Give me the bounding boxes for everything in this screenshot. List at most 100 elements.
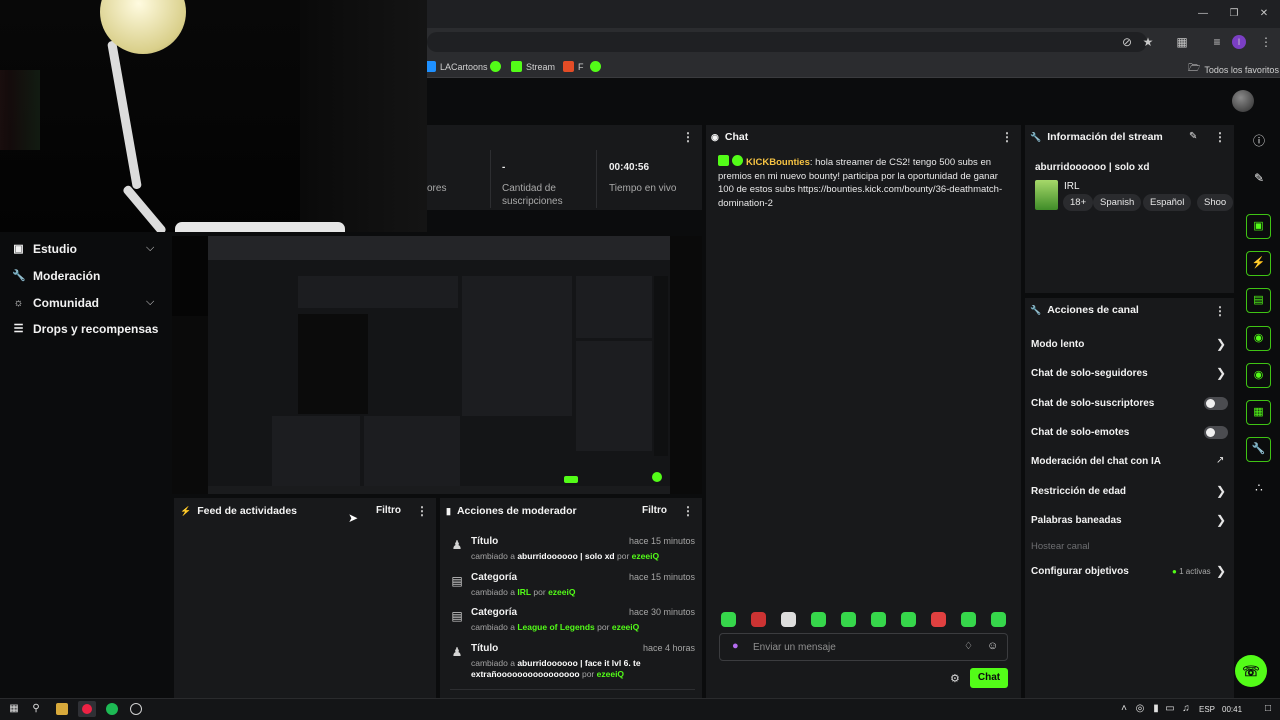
pencil-icon[interactable]: ✎	[1251, 170, 1267, 186]
chat-input-placeholder[interactable]: Enviar un mensaje	[753, 642, 836, 653]
layout-icon[interactable]: ▦	[1246, 400, 1271, 425]
emotes-only-toggle[interactable]	[1204, 426, 1228, 439]
chevron-right-icon[interactable]: ❯	[1216, 513, 1226, 527]
tag-pill[interactable]: Español	[1143, 194, 1192, 211]
edit-pencil-icon[interactable]: ✎	[1189, 131, 1197, 142]
bookmark-lacartoons[interactable]: LACartoons	[425, 61, 488, 72]
info-icon[interactable]: ⓘ	[1251, 133, 1267, 149]
stats-menu-icon[interactable]: ⋮	[682, 130, 694, 144]
bookmark-f[interactable]: F	[563, 61, 584, 72]
kebab-menu-icon[interactable]: ⋮	[1258, 34, 1274, 50]
lightning-icon[interactable]: ⚡	[1246, 251, 1271, 276]
emote-icon[interactable]	[901, 612, 916, 627]
obs-icon[interactable]	[130, 703, 142, 715]
avatar[interactable]	[1232, 90, 1254, 112]
minimize-icon[interactable]: —	[1197, 8, 1209, 20]
microphone-icon[interactable]: ▮	[1150, 703, 1162, 715]
chevron-right-icon[interactable]: ❯	[1216, 564, 1226, 578]
translate-icon[interactable]: ♢	[964, 641, 973, 652]
mod-menu-icon[interactable]: ⋮	[682, 504, 694, 518]
profile-icon[interactable]: I	[1232, 35, 1246, 49]
chrome-taskbar-button[interactable]	[78, 701, 96, 717]
media-icon[interactable]: ≡	[1209, 34, 1225, 50]
document-icon[interactable]: ▤	[1246, 288, 1271, 313]
drops-icon: ☰	[13, 322, 24, 335]
emote-icon[interactable]	[871, 612, 886, 627]
file-explorer-icon[interactable]	[56, 703, 68, 715]
sidebar-item-drops[interactable]: ☰ Drops y recompensas	[12, 322, 159, 336]
action-goals[interactable]: Configurar objetivos	[1031, 566, 1129, 577]
action-banned-words[interactable]: Palabras baneadas	[1031, 515, 1122, 526]
tag-pill[interactable]: Shoo	[1197, 194, 1234, 211]
bookmark-kick-icon[interactable]	[490, 61, 501, 72]
emote-icon[interactable]	[721, 612, 736, 627]
all-bookmarks[interactable]: 🗁 Todos los favoritos	[1188, 61, 1279, 78]
chevron-up-icon[interactable]: ˄	[1118, 703, 1130, 715]
tag-pill[interactable]: 18+	[1063, 194, 1094, 211]
bookmark-xbox-icon[interactable]	[590, 61, 601, 72]
tags-row: 18+ Spanish Español Shoo	[1025, 190, 1234, 216]
chevron-right-icon[interactable]: ❯	[1216, 484, 1226, 498]
tag-pill[interactable]: Spanish	[1093, 194, 1142, 211]
sidebar-item-comunidad[interactable]: ☼ Comunidad	[12, 296, 99, 310]
search-icon[interactable]: ⚲	[30, 703, 42, 715]
language-indicator[interactable]: ESP	[1199, 705, 1215, 714]
network-icon[interactable]: ▭	[1164, 703, 1176, 715]
eye-off-icon[interactable]: ⊘	[1119, 34, 1135, 50]
chevron-right-icon[interactable]: ❯	[1216, 366, 1226, 380]
file-icon: ▮	[446, 505, 451, 516]
chevron-down-icon[interactable]: ⌵	[146, 242, 154, 255]
sidebar-item-estudio[interactable]: ▣ Estudio	[12, 242, 77, 256]
chat-menu-icon[interactable]: ⋮	[1001, 130, 1013, 144]
emote-icon[interactable]	[811, 612, 826, 627]
sidebar-item-moderacion[interactable]: 🔧 Moderación	[12, 269, 100, 283]
star-icon[interactable]: ★	[1140, 34, 1156, 50]
url-field[interactable]	[427, 32, 1147, 52]
chat-input-box[interactable]: ● Enviar un mensaje ♢ ☺	[719, 633, 1008, 661]
activity-menu-icon[interactable]: ⋮	[416, 504, 428, 518]
wrench-icon[interactable]: 🔧	[1246, 437, 1271, 462]
emote-icon[interactable]	[931, 612, 946, 627]
chat-username[interactable]: KICKBounties	[746, 157, 810, 168]
user-edit-icon: ♟	[451, 645, 463, 659]
activity-filter-button[interactable]: Filtro	[376, 505, 401, 516]
microphone-icon[interactable]: ●	[732, 640, 739, 652]
emote-icon[interactable]	[961, 612, 976, 627]
emote-icon[interactable]	[841, 612, 856, 627]
apps-icon[interactable]: ∴	[1251, 480, 1267, 496]
external-link-icon[interactable]: ↗	[1216, 455, 1224, 466]
chat-bubble-icon[interactable]: ◉	[1246, 326, 1271, 351]
tray-icon[interactable]: ◎	[1134, 703, 1146, 715]
extensions-icon[interactable]: ▦	[1174, 34, 1190, 50]
emote-icon[interactable]	[781, 612, 796, 627]
action-slow-mode[interactable]: Modo lento	[1031, 339, 1084, 350]
chevron-right-icon[interactable]: ❯	[1216, 337, 1226, 351]
mouse-cursor-icon: ➤	[348, 511, 359, 525]
bookmark-stream[interactable]: Stream	[511, 61, 555, 72]
settings-gear-icon[interactable]: ⚙	[950, 672, 960, 685]
mod-filter-button[interactable]: Filtro	[642, 505, 667, 516]
spotify-icon[interactable]	[106, 703, 118, 715]
emoji-icon[interactable]: ☺	[987, 640, 998, 652]
action-ai-moderation[interactable]: Moderación del chat con IA	[1031, 456, 1161, 467]
channel-actions-menu-icon[interactable]: ⋮	[1214, 304, 1226, 318]
volume-icon[interactable]: ♫	[1180, 703, 1192, 715]
chevron-down-icon[interactable]: ⌵	[146, 296, 154, 309]
activity-feed-panel	[174, 498, 436, 698]
action-age-restriction[interactable]: Restricción de edad	[1031, 486, 1126, 497]
emote-icon[interactable]	[751, 612, 766, 627]
stream-info-menu-icon[interactable]: ⋮	[1214, 130, 1226, 144]
windows-start-icon[interactable]: ▦	[8, 703, 20, 715]
emote-icon[interactable]	[991, 612, 1006, 627]
support-button[interactable]: ☏	[1235, 655, 1267, 687]
action-followers-only[interactable]: Chat de solo-seguidores	[1031, 368, 1148, 379]
close-icon[interactable]: ✕	[1258, 8, 1270, 20]
subs-only-toggle[interactable]	[1204, 397, 1228, 410]
broadcast-icon[interactable]: ◉	[1246, 363, 1271, 388]
notifications-icon[interactable]: □	[1262, 703, 1274, 715]
clock[interactable]: 00:41	[1222, 705, 1242, 714]
chat-send-button[interactable]: Chat	[970, 668, 1008, 688]
restore-icon[interactable]: ❐	[1228, 8, 1240, 20]
capture-icon[interactable]: ▣	[1246, 214, 1271, 239]
category-icon: ▤	[451, 609, 463, 623]
